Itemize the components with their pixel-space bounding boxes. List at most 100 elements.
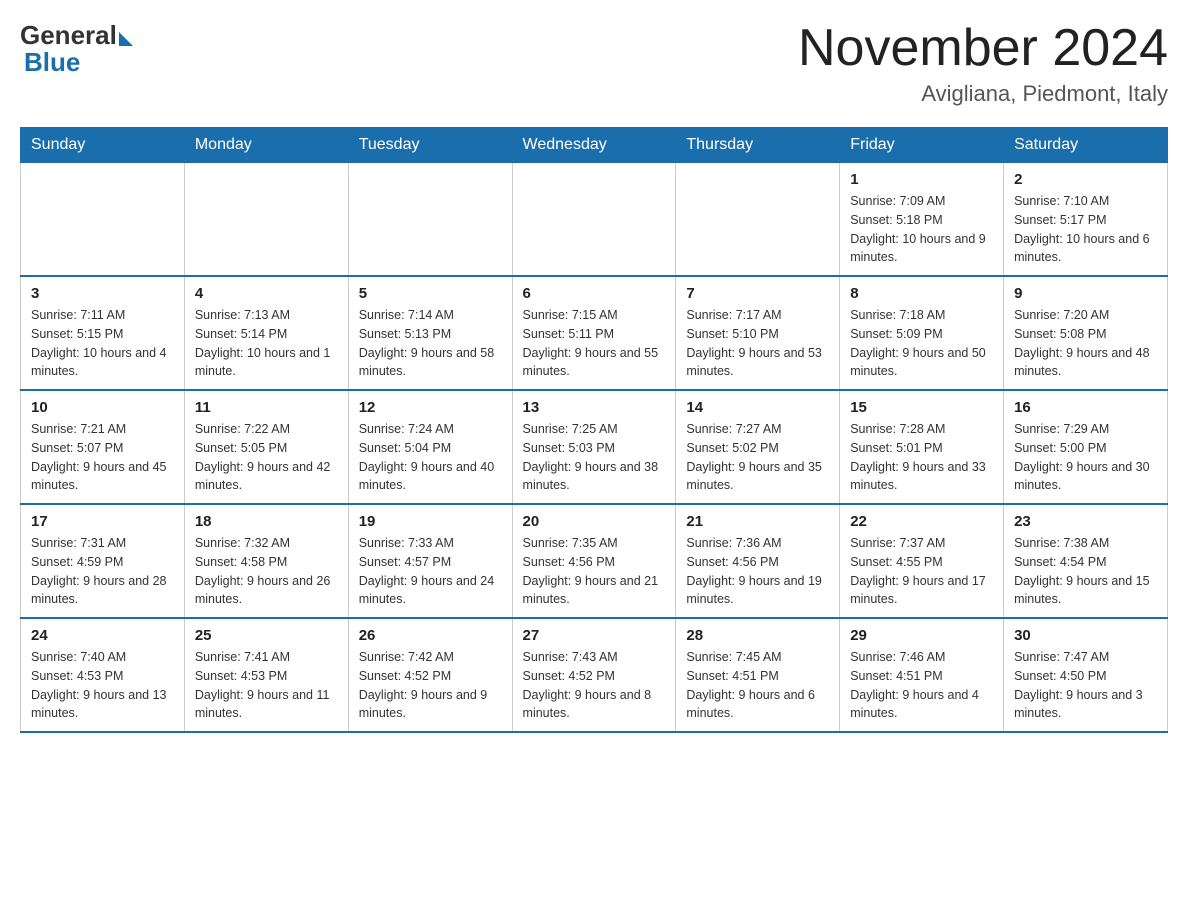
day-number: 1 — [850, 171, 993, 188]
day-number: 18 — [195, 513, 338, 530]
day-info: Sunrise: 7:35 AM Sunset: 4:56 PM Dayligh… — [523, 534, 666, 609]
day-number: 7 — [686, 285, 829, 302]
page-header: General Blue November 2024 Avigliana, Pi… — [20, 20, 1168, 107]
day-info: Sunrise: 7:29 AM Sunset: 5:00 PM Dayligh… — [1014, 420, 1157, 495]
day-info: Sunrise: 7:31 AM Sunset: 4:59 PM Dayligh… — [31, 534, 174, 609]
day-number: 24 — [31, 627, 174, 644]
day-number: 2 — [1014, 171, 1157, 188]
day-number: 22 — [850, 513, 993, 530]
calendar-cell: 24 Sunrise: 7:40 AM Sunset: 4:53 PM Dayli… — [21, 618, 185, 732]
calendar-cell: 8Sunrise: 7:18 AM Sunset: 5:09 PM Daylig… — [840, 276, 1004, 390]
title-area: November 2024 Avigliana, Piedmont, Italy — [798, 20, 1168, 107]
calendar-week-row: 10 Sunrise: 7:21 AM Sunset: 5:07 PM Dayli… — [21, 390, 1168, 504]
calendar-table: SundayMondayTuesdayWednesdayThursdayFrid… — [20, 127, 1168, 733]
day-info: Sunrise: 7:47 AM Sunset: 4:50 PM Dayligh… — [1014, 648, 1157, 723]
calendar-cell: 17 Sunrise: 7:31 AM Sunset: 4:59 PM Dayli… — [21, 504, 185, 618]
day-info: Sunrise: 7:20 AM Sunset: 5:08 PM Dayligh… — [1014, 306, 1157, 381]
day-number: 12 — [359, 399, 502, 416]
calendar-cell: 12 Sunrise: 7:24 AM Sunset: 5:04 PM Dayli… — [348, 390, 512, 504]
day-number: 10 — [31, 399, 174, 416]
calendar-week-row: 3 Sunrise: 7:11 AM Sunset: 5:15 PM Daylig… — [21, 276, 1168, 390]
day-info: Sunrise: 7:41 AM Sunset: 4:53 PM Dayligh… — [195, 648, 338, 723]
day-info: Sunrise: 7:17 AM Sunset: 5:10 PM Dayligh… — [686, 306, 829, 381]
day-number: 14 — [686, 399, 829, 416]
day-info: Sunrise: 7:21 AM Sunset: 5:07 PM Dayligh… — [31, 420, 174, 495]
calendar-cell — [512, 163, 676, 277]
calendar-cell: 6 Sunrise: 7:15 AM Sunset: 5:11 PM Daylig… — [512, 276, 676, 390]
calendar-cell: 4 Sunrise: 7:13 AM Sunset: 5:14 PM Daylig… — [184, 276, 348, 390]
day-header-thursday: Thursday — [676, 128, 840, 163]
day-info: Sunrise: 7:38 AM Sunset: 4:54 PM Dayligh… — [1014, 534, 1157, 609]
logo-blue-text: Blue — [24, 47, 80, 78]
calendar-cell: 16 Sunrise: 7:29 AM Sunset: 5:00 PM Dayli… — [1004, 390, 1168, 504]
day-number: 15 — [850, 399, 993, 416]
day-info: Sunrise: 7:11 AM Sunset: 5:15 PM Dayligh… — [31, 306, 174, 381]
day-number: 6 — [523, 285, 666, 302]
calendar-cell: 5 Sunrise: 7:14 AM Sunset: 5:13 PM Daylig… — [348, 276, 512, 390]
calendar-cell: 3 Sunrise: 7:11 AM Sunset: 5:15 PM Daylig… — [21, 276, 185, 390]
calendar-cell — [184, 163, 348, 277]
day-number: 30 — [1014, 627, 1157, 644]
logo-arrow-icon — [119, 32, 133, 46]
day-number: 16 — [1014, 399, 1157, 416]
day-number: 17 — [31, 513, 174, 530]
day-header-monday: Monday — [184, 128, 348, 163]
day-header-sunday: Sunday — [21, 128, 185, 163]
day-info: Sunrise: 7:33 AM Sunset: 4:57 PM Dayligh… — [359, 534, 502, 609]
calendar-cell: 14 Sunrise: 7:27 AM Sunset: 5:02 PM Dayli… — [676, 390, 840, 504]
day-info: Sunrise: 7:42 AM Sunset: 4:52 PM Dayligh… — [359, 648, 502, 723]
calendar-week-row: 24 Sunrise: 7:40 AM Sunset: 4:53 PM Dayli… — [21, 618, 1168, 732]
calendar-title: November 2024 — [798, 20, 1168, 77]
day-info: Sunrise: 7:14 AM Sunset: 5:13 PM Dayligh… — [359, 306, 502, 381]
day-info: Sunrise: 7:43 AM Sunset: 4:52 PM Dayligh… — [523, 648, 666, 723]
day-header-friday: Friday — [840, 128, 1004, 163]
day-header-tuesday: Tuesday — [348, 128, 512, 163]
day-number: 3 — [31, 285, 174, 302]
calendar-cell — [676, 163, 840, 277]
calendar-cell: 10 Sunrise: 7:21 AM Sunset: 5:07 PM Dayli… — [21, 390, 185, 504]
calendar-cell: 1Sunrise: 7:09 AM Sunset: 5:18 PM Daylig… — [840, 163, 1004, 277]
day-number: 23 — [1014, 513, 1157, 530]
logo: General Blue — [20, 20, 133, 78]
day-number: 9 — [1014, 285, 1157, 302]
calendar-week-row: 17 Sunrise: 7:31 AM Sunset: 4:59 PM Dayli… — [21, 504, 1168, 618]
day-info: Sunrise: 7:36 AM Sunset: 4:56 PM Dayligh… — [686, 534, 829, 609]
day-number: 26 — [359, 627, 502, 644]
day-number: 5 — [359, 285, 502, 302]
day-info: Sunrise: 7:22 AM Sunset: 5:05 PM Dayligh… — [195, 420, 338, 495]
day-info: Sunrise: 7:46 AM Sunset: 4:51 PM Dayligh… — [850, 648, 993, 723]
day-info: Sunrise: 7:40 AM Sunset: 4:53 PM Dayligh… — [31, 648, 174, 723]
day-number: 4 — [195, 285, 338, 302]
calendar-cell: 28Sunrise: 7:45 AM Sunset: 4:51 PM Dayli… — [676, 618, 840, 732]
calendar-subtitle: Avigliana, Piedmont, Italy — [798, 81, 1168, 107]
calendar-cell: 2 Sunrise: 7:10 AM Sunset: 5:17 PM Daylig… — [1004, 163, 1168, 277]
day-number: 13 — [523, 399, 666, 416]
day-header-wednesday: Wednesday — [512, 128, 676, 163]
calendar-cell: 27Sunrise: 7:43 AM Sunset: 4:52 PM Dayli… — [512, 618, 676, 732]
day-info: Sunrise: 7:15 AM Sunset: 5:11 PM Dayligh… — [523, 306, 666, 381]
day-number: 25 — [195, 627, 338, 644]
day-number: 11 — [195, 399, 338, 416]
calendar-cell: 20 Sunrise: 7:35 AM Sunset: 4:56 PM Dayli… — [512, 504, 676, 618]
calendar-cell: 25 Sunrise: 7:41 AM Sunset: 4:53 PM Dayli… — [184, 618, 348, 732]
day-number: 8 — [850, 285, 993, 302]
day-info: Sunrise: 7:32 AM Sunset: 4:58 PM Dayligh… — [195, 534, 338, 609]
calendar-cell: 9 Sunrise: 7:20 AM Sunset: 5:08 PM Daylig… — [1004, 276, 1168, 390]
day-number: 20 — [523, 513, 666, 530]
calendar-cell: 11 Sunrise: 7:22 AM Sunset: 5:05 PM Dayli… — [184, 390, 348, 504]
calendar-cell: 19Sunrise: 7:33 AM Sunset: 4:57 PM Dayli… — [348, 504, 512, 618]
calendar-cell: 15 Sunrise: 7:28 AM Sunset: 5:01 PM Dayli… — [840, 390, 1004, 504]
day-info: Sunrise: 7:24 AM Sunset: 5:04 PM Dayligh… — [359, 420, 502, 495]
calendar-cell — [21, 163, 185, 277]
calendar-cell: 23 Sunrise: 7:38 AM Sunset: 4:54 PM Dayli… — [1004, 504, 1168, 618]
day-info: Sunrise: 7:28 AM Sunset: 5:01 PM Dayligh… — [850, 420, 993, 495]
calendar-cell: 21Sunrise: 7:36 AM Sunset: 4:56 PM Dayli… — [676, 504, 840, 618]
calendar-cell: 7 Sunrise: 7:17 AM Sunset: 5:10 PM Daylig… — [676, 276, 840, 390]
day-info: Sunrise: 7:13 AM Sunset: 5:14 PM Dayligh… — [195, 306, 338, 381]
calendar-cell: 18 Sunrise: 7:32 AM Sunset: 4:58 PM Dayli… — [184, 504, 348, 618]
calendar-cell: 29Sunrise: 7:46 AM Sunset: 4:51 PM Dayli… — [840, 618, 1004, 732]
day-info: Sunrise: 7:27 AM Sunset: 5:02 PM Dayligh… — [686, 420, 829, 495]
day-info: Sunrise: 7:25 AM Sunset: 5:03 PM Dayligh… — [523, 420, 666, 495]
day-info: Sunrise: 7:10 AM Sunset: 5:17 PM Dayligh… — [1014, 192, 1157, 267]
day-header-saturday: Saturday — [1004, 128, 1168, 163]
